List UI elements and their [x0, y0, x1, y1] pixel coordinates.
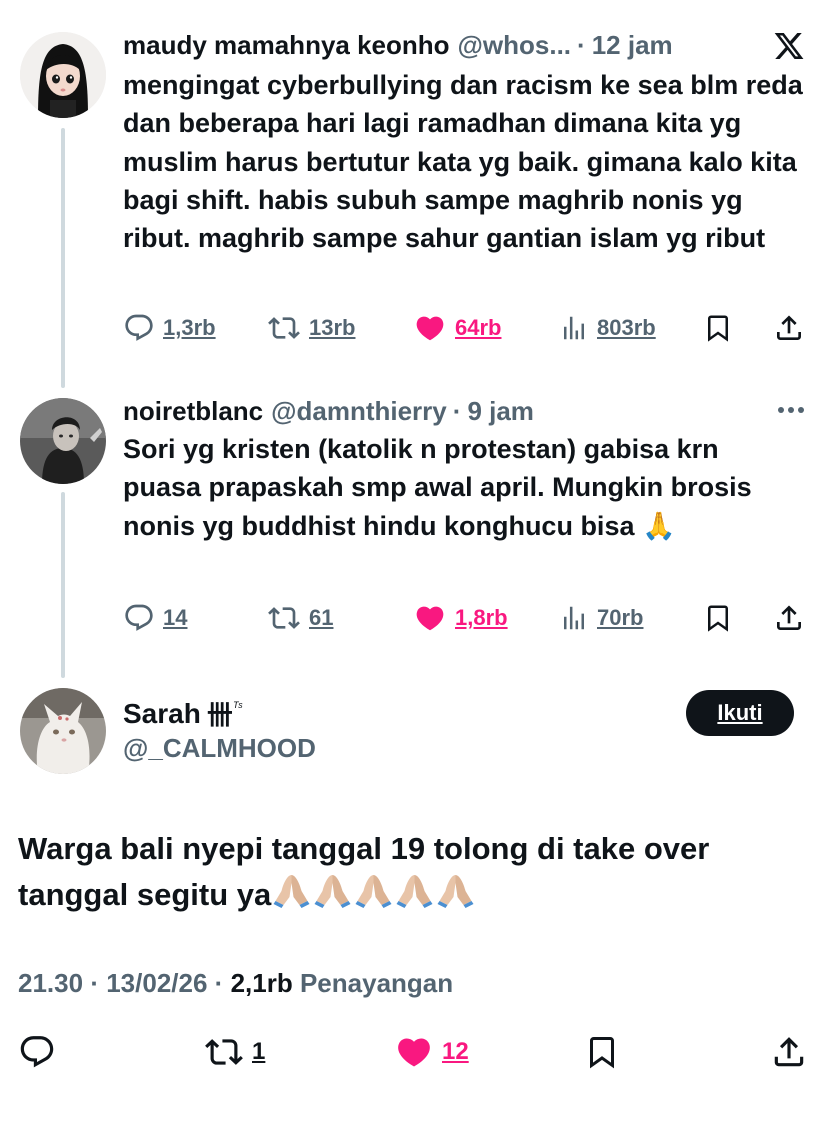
display-name[interactable]: maudy mamahnya keonho: [123, 30, 450, 61]
like-count[interactable]: 64rb: [455, 315, 501, 341]
repost-count[interactable]: 13rb: [309, 315, 355, 341]
separator: ·: [90, 968, 99, 998]
bookmark-icon: [708, 605, 728, 632]
views-label: Penayangan: [299, 968, 454, 998]
heart-icon: [416, 606, 444, 631]
user-handle[interactable]: @damnthierry: [271, 396, 447, 427]
views-count[interactable]: 70rb: [597, 605, 643, 631]
user-handle[interactable]: @whos...: [458, 30, 571, 61]
heart-icon: [398, 1038, 430, 1067]
user-handle[interactable]: @_CALMHOOD: [123, 733, 316, 764]
more-icon[interactable]: [776, 398, 806, 427]
repost-icon: [268, 317, 300, 339]
share-icon: [774, 1037, 804, 1067]
like-count[interactable]: 12: [442, 1038, 469, 1066]
like-button[interactable]: 64rb: [413, 306, 501, 350]
share-button[interactable]: [773, 596, 805, 640]
display-name: Sarah: [123, 697, 201, 729]
folded-hands-emoji: [437, 875, 474, 908]
tweet-text: mengingat cyberbullying dan racism ke se…: [123, 70, 803, 254]
bookmark-button[interactable]: [703, 596, 733, 640]
repost-icon: [268, 607, 300, 629]
reply-button[interactable]: [18, 1030, 56, 1074]
reply-count[interactable]: 1,3rb: [163, 315, 216, 341]
heart-icon: [416, 316, 444, 341]
views-icon: [564, 606, 584, 630]
views-count[interactable]: 803rb: [597, 315, 656, 341]
tweet-header: maudy mamahnya keonho @whos... · 12 jam: [123, 30, 673, 61]
share-icon: [777, 315, 801, 340]
timestamp[interactable]: 12 jam: [592, 30, 673, 61]
thread-line: [61, 492, 65, 678]
bookmark-icon: [708, 315, 728, 342]
main-tweet-text: Warga bali nyepi tanggal 19 tolong di ta…: [18, 827, 808, 917]
repost-button[interactable]: 61: [267, 596, 333, 640]
timestamp[interactable]: 9 jam: [467, 396, 534, 427]
bookmark-button[interactable]: [703, 306, 733, 350]
folded-hands-emoji: [273, 875, 310, 908]
reply-button[interactable]: 1,3rb: [123, 306, 216, 350]
like-count[interactable]: 1,8rb: [455, 605, 508, 631]
folded-hands-emoji: [355, 875, 392, 908]
bookmark-icon: [590, 1037, 614, 1069]
tweet-meta: 21.30 · 13/02/26 · 2,1rb Penayangan: [18, 968, 453, 999]
tweet-date[interactable]: 13/02/26: [106, 968, 207, 998]
tweet-text: Sori yg kristen (katolik n protestan) ga…: [123, 434, 752, 541]
repost-count[interactable]: 1: [252, 1038, 265, 1066]
views-button[interactable]: 70rb: [559, 596, 643, 640]
like-button[interactable]: 12: [394, 1030, 469, 1074]
views-count: 2,1rb: [230, 968, 293, 998]
repost-count[interactable]: 61: [309, 605, 333, 631]
like-button[interactable]: 1,8rb: [413, 596, 508, 640]
main-display-name[interactable]: Sarah 卌 ᵀˢ: [123, 695, 242, 732]
folded-hands-emoji: [314, 875, 351, 908]
repost-button[interactable]: 1: [204, 1030, 265, 1074]
views-button[interactable]: 803rb: [559, 306, 656, 350]
name-superscript: ᵀˢ: [232, 699, 243, 714]
separator: ·: [577, 30, 586, 60]
views-icon: [564, 316, 584, 340]
x-logo-icon[interactable]: [772, 30, 806, 67]
name-tally: 卌: [206, 700, 233, 730]
tweet-header: noiretblanc @damnthierry · 9 jam: [123, 396, 534, 427]
thread-line: [61, 128, 65, 388]
reply-button[interactable]: 14: [123, 596, 187, 640]
pray-emoji-group: [271, 875, 476, 912]
tweet-actions: 1,3rb 13rb 64rb 803rb: [123, 306, 813, 350]
tweet-time[interactable]: 21.30: [18, 968, 83, 998]
share-icon: [777, 605, 801, 630]
share-button[interactable]: [770, 1030, 808, 1074]
repost-button[interactable]: 13rb: [267, 306, 355, 350]
reply-icon: [20, 1036, 54, 1068]
reply-count[interactable]: 14: [163, 605, 187, 631]
main-tweet-actions: 1 12: [18, 1030, 810, 1076]
avatar[interactable]: [20, 32, 106, 118]
folded-hands-emoji: [396, 875, 433, 908]
avatar[interactable]: [20, 688, 106, 774]
separator: ·: [214, 968, 224, 998]
bookmark-button[interactable]: [584, 1030, 620, 1074]
reply-icon: [125, 314, 153, 341]
share-button[interactable]: [773, 306, 805, 350]
avatar[interactable]: [20, 398, 106, 484]
display-name[interactable]: noiretblanc: [123, 396, 263, 427]
separator: ·: [452, 396, 462, 426]
reply-icon: [125, 604, 153, 631]
tweet-actions: 14 61 1,8rb 70rb: [123, 596, 813, 640]
repost-icon: [205, 1039, 243, 1065]
follow-button[interactable]: Ikuti: [686, 690, 794, 736]
